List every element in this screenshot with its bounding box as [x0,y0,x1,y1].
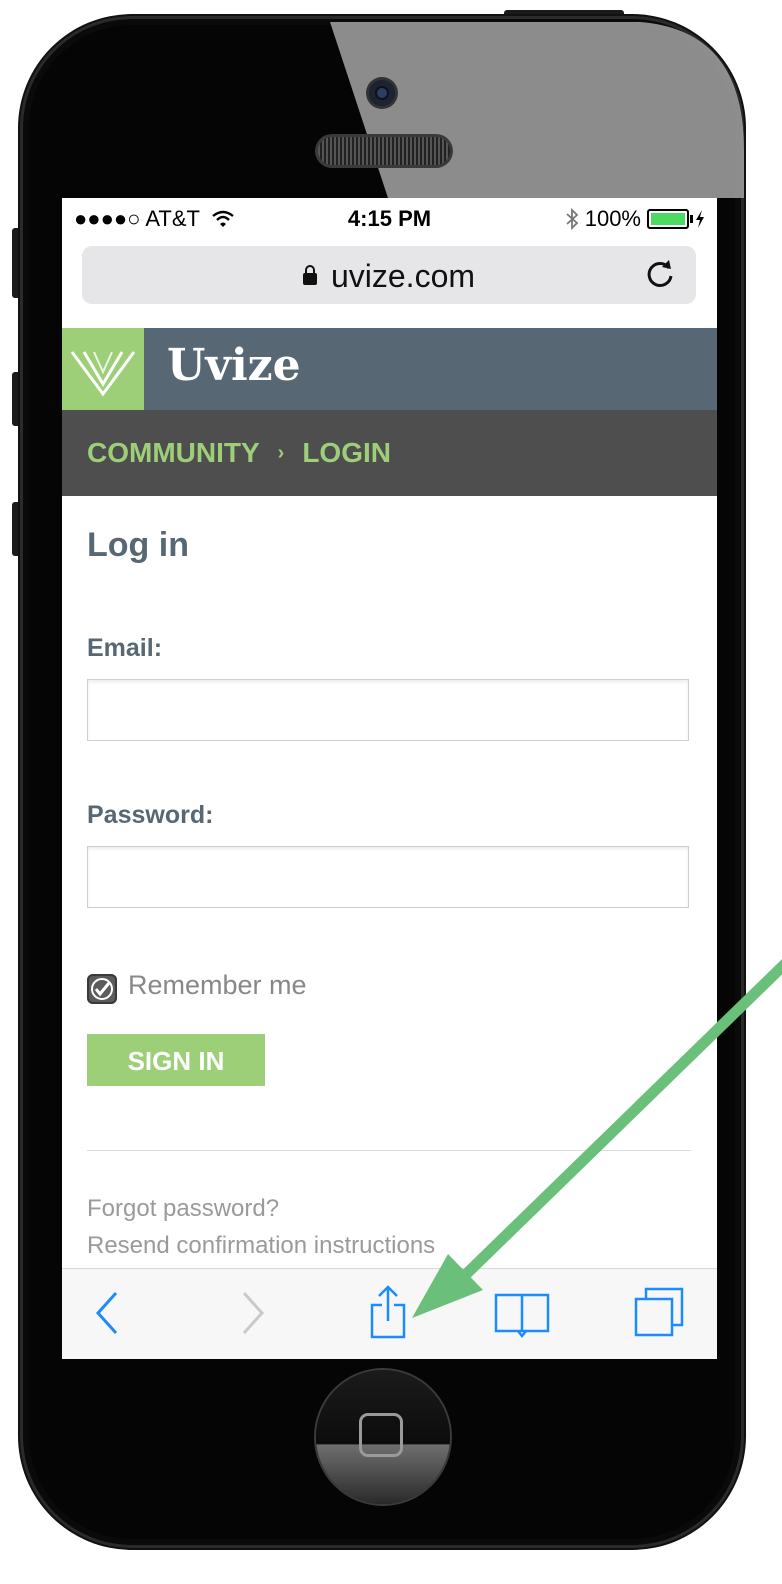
battery-icon [647,209,693,229]
url-text: uvize.com [330,258,476,294]
breadcrumb-login[interactable]: LOGIN [302,437,391,469]
email-label: Email: [87,634,163,662]
email-field[interactable] [87,679,689,741]
home-square-icon [359,1413,403,1457]
breadcrumb-community[interactable]: COMMUNITY [87,437,260,469]
address-bar[interactable]: uvize.com [82,246,696,304]
earpiece-speaker [318,137,450,165]
checkmark-icon [91,978,113,1000]
status-bar: ●●●●○ AT&T 4:15 PM 100% [62,198,717,238]
breadcrumb: COMMUNITY › LOGIN [62,410,717,496]
front-camera [369,80,395,106]
logo-chevron-icon [70,351,136,397]
home-button[interactable] [316,1370,450,1504]
phone-screen: ●●●●○ AT&T 4:15 PM 100% uvize.com Uvize … [62,198,717,1359]
lock-icon [302,265,317,285]
url-display[interactable]: uvize.com [82,258,696,295]
resend-confirmation-link[interactable]: Resend confirmation instructions [87,1232,435,1260]
brand-name[interactable]: Uvize [167,340,301,391]
password-field[interactable] [87,846,689,908]
password-label: Password: [87,801,214,829]
sign-in-button[interactable]: SIGN IN [87,1034,265,1086]
back-icon[interactable] [78,1283,138,1343]
bookmarks-icon[interactable] [492,1283,552,1343]
bluetooth-icon [566,208,579,230]
remember-label[interactable]: Remember me [128,970,307,1001]
battery-percent: 100% [584,206,641,231]
charging-icon [696,210,704,228]
page-title: Log in [87,526,189,564]
site-header: Uvize [62,328,717,410]
forward-icon[interactable] [222,1283,282,1343]
share-icon[interactable] [360,1283,420,1343]
remember-checkbox[interactable] [87,974,117,1004]
safari-toolbar [62,1268,717,1359]
tabs-icon[interactable] [630,1283,690,1343]
reload-icon[interactable] [642,256,678,292]
uvize-logo[interactable] [62,328,144,410]
divider [87,1150,691,1151]
breadcrumb-separator: › [277,441,285,464]
forgot-password-link[interactable]: Forgot password? [87,1195,279,1223]
status-right: 100% [565,206,705,232]
